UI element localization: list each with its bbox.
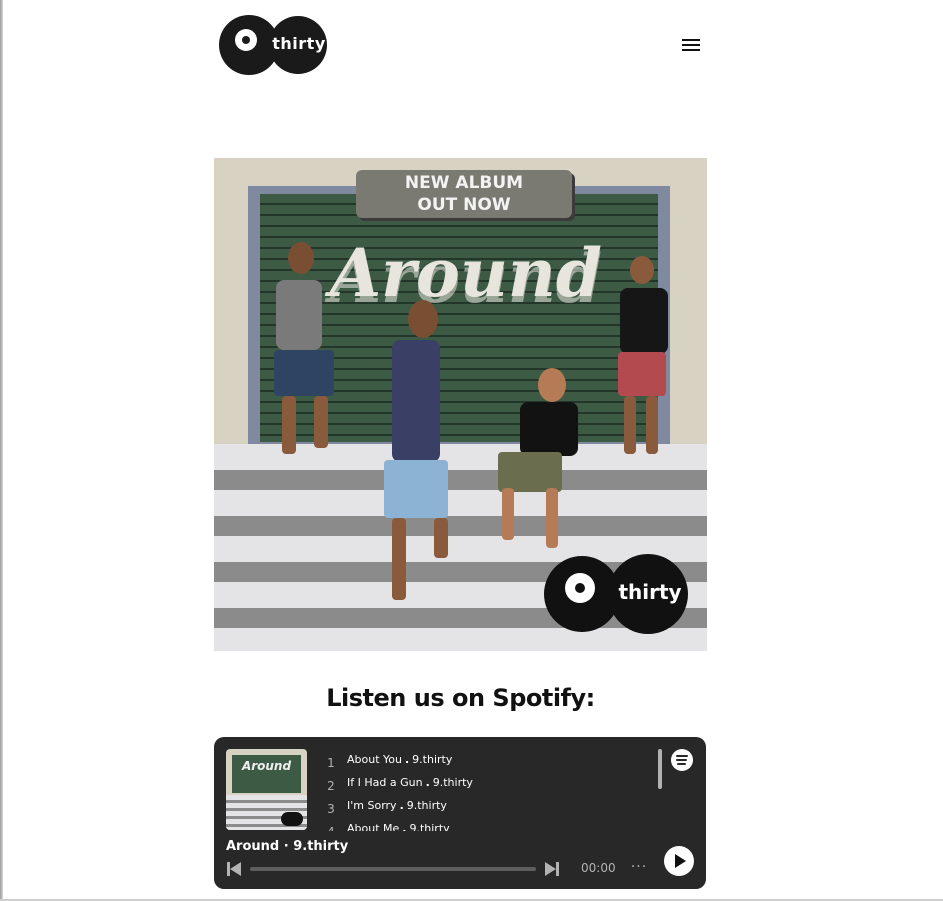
spotify-icon[interactable] (671, 749, 693, 771)
site-logo[interactable]: thirty (219, 15, 329, 77)
badge-line-1: NEW ALBUM (404, 173, 524, 193)
new-album-badge: NEW ALBUM OUT NOW (356, 170, 572, 218)
track-number: 2 (327, 779, 335, 793)
track-title[interactable]: I'm Sorry (347, 799, 397, 812)
band-member-1 (262, 242, 352, 462)
skip-next-icon[interactable] (544, 861, 560, 877)
cover-logo (281, 812, 303, 826)
band-member-4 (480, 368, 584, 568)
play-icon[interactable] (664, 846, 694, 876)
track-list[interactable]: 1 About You. 9.thirty 2 If I Had a Gun. 9.… (322, 751, 652, 831)
band-member-2 (612, 256, 682, 466)
window-edge (0, 0, 3, 901)
track-title[interactable]: About Me (347, 822, 399, 831)
track-row[interactable]: 2 If I Had a Gun. 9.thirty (322, 774, 652, 797)
cover-title: Around (241, 759, 292, 773)
track-number: 3 (327, 802, 335, 816)
more-options-icon[interactable]: ··· (628, 859, 650, 877)
playback-time: 00:00 (581, 861, 616, 875)
band-member-3 (364, 300, 464, 610)
artwork-logo-text: thirty (618, 580, 682, 604)
spotify-heading: Listen us on Spotify: (326, 684, 595, 712)
logo-text: thirty (272, 34, 326, 53)
track-row[interactable]: 1 About You. 9.thirty (322, 751, 652, 774)
track-artist[interactable]: 9.thirty (412, 753, 452, 766)
album-artwork: NEW ALBUM OUT NOW Around thirty (214, 158, 707, 651)
track-number: 4 (322, 825, 340, 831)
track-row[interactable]: 3 I'm Sorry. 9.thirty (322, 797, 652, 820)
progress-bar[interactable] (250, 867, 536, 871)
track-title[interactable]: If I Had a Gun (347, 776, 423, 789)
album-cover-thumbnail[interactable]: Around (226, 749, 307, 830)
tracklist-scrollbar[interactable] (658, 749, 662, 789)
track-artist[interactable]: 9.thirty (409, 822, 449, 831)
album-artist-title[interactable]: Around · 9.thirty (226, 839, 348, 854)
badge-line-2: OUT NOW (417, 195, 511, 215)
track-title[interactable]: About You (347, 753, 402, 766)
track-number: 1 (327, 756, 335, 770)
skip-previous-icon[interactable] (226, 861, 242, 877)
track-artist[interactable]: 9.thirty (407, 799, 447, 812)
track-artist[interactable]: 9.thirty (433, 776, 473, 789)
spotify-embed-player[interactable]: Around 1 About You. 9.thirty 2 If I Had a… (214, 737, 706, 889)
hamburger-menu-icon[interactable] (680, 36, 702, 56)
artwork-logo: thirty (544, 554, 690, 636)
track-row[interactable]: 4 About Me.9.thirty (322, 820, 652, 831)
